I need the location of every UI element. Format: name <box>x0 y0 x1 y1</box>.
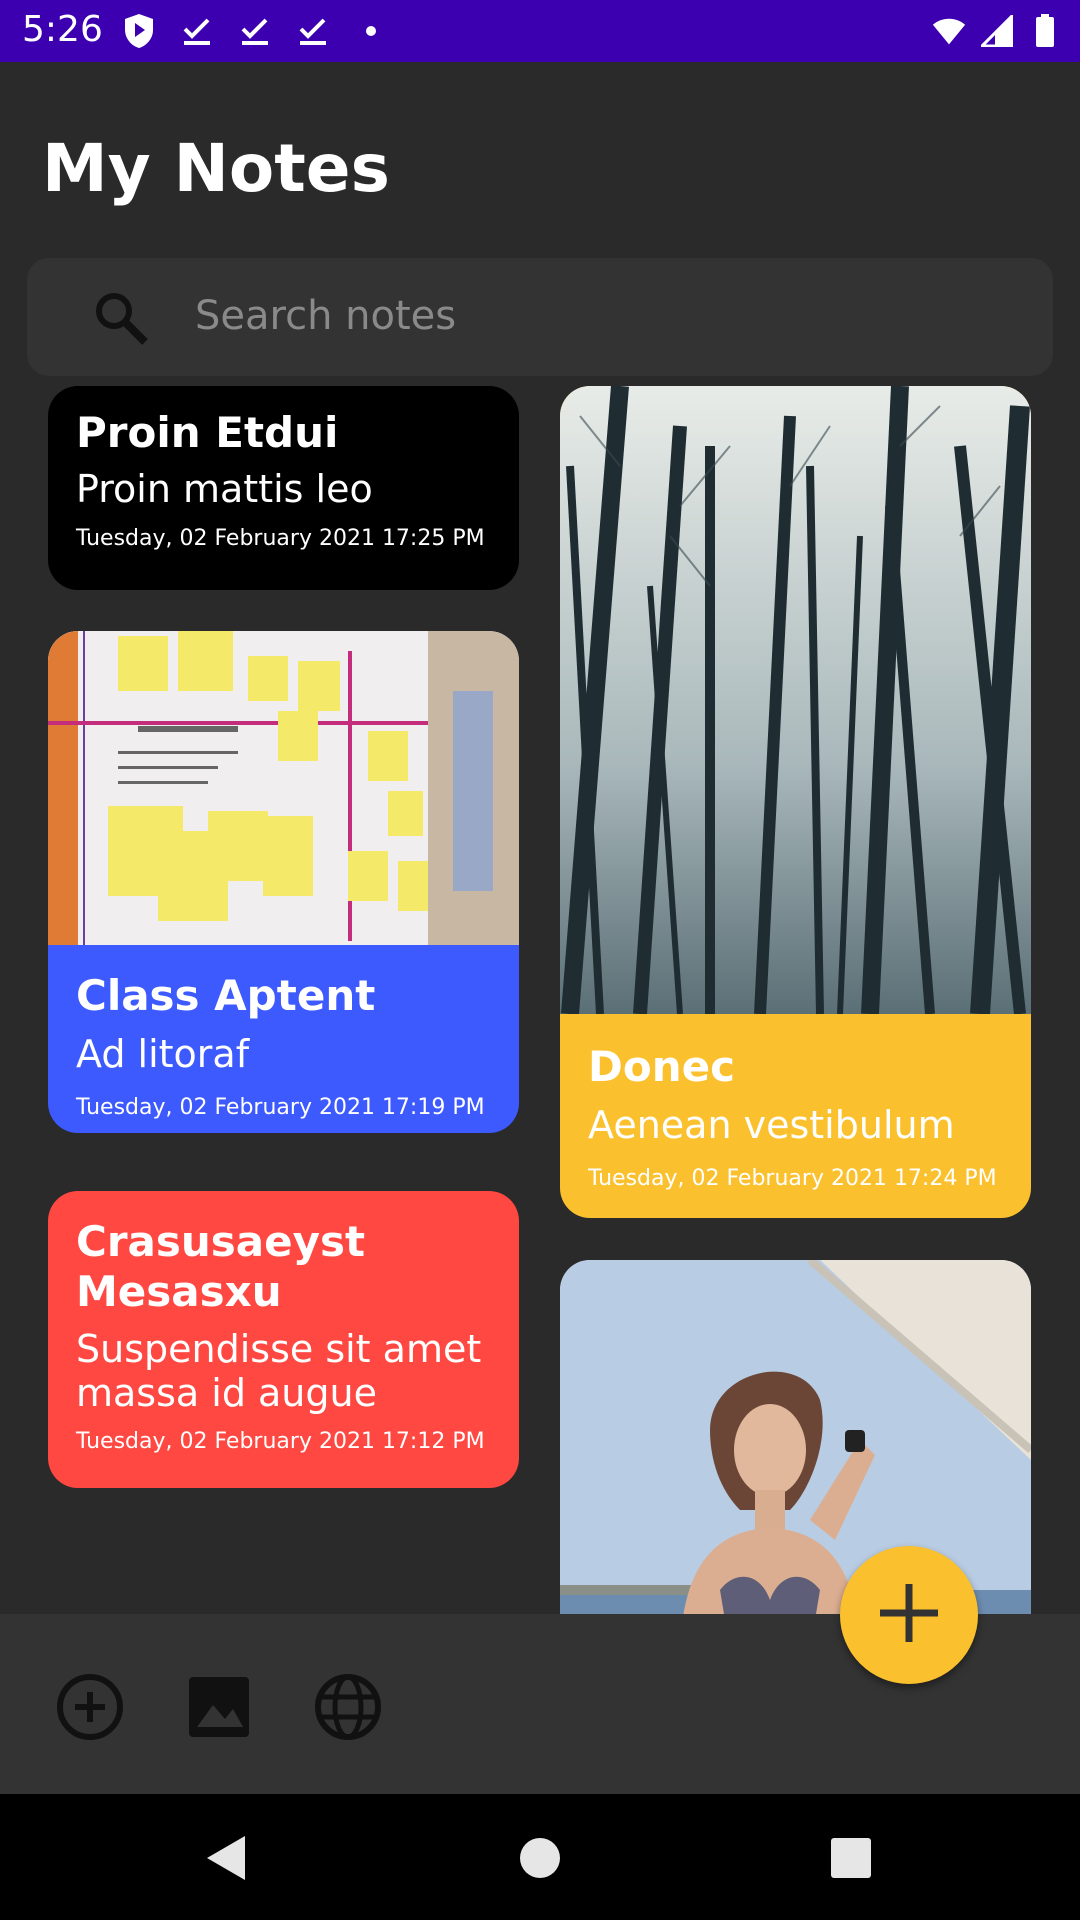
note-date: Tuesday, 02 February 2021 17:24 PM <box>588 1166 997 1191</box>
note-date: Tuesday, 02 February 2021 17:25 PM <box>76 526 485 551</box>
back-icon[interactable] <box>195 1826 259 1890</box>
note-date: Tuesday, 02 February 2021 17:19 PM <box>76 1095 485 1120</box>
search-icon <box>93 290 149 346</box>
note-card[interactable]: Class Aptent Ad litoraf Tuesday, 02 Febr… <box>48 631 519 1133</box>
note-image <box>560 1260 1031 1615</box>
page-title: My Notes <box>42 130 390 207</box>
search-bar[interactable] <box>27 258 1053 376</box>
battery-icon <box>1028 12 1062 50</box>
notes-grid[interactable]: Proin Etdui Proin mattis leo Tuesday, 02… <box>0 385 1080 1615</box>
note-image <box>48 631 519 945</box>
recents-icon[interactable] <box>819 1826 883 1890</box>
home-icon[interactable] <box>508 1826 572 1890</box>
note-image <box>560 386 1031 1015</box>
status-bar: 5:26 <box>0 0 1080 62</box>
system-icons <box>932 12 1062 50</box>
plus-icon <box>876 1580 942 1650</box>
check-icon <box>296 12 330 50</box>
shield-icon <box>122 12 156 50</box>
note-subtitle: Proin mattis leo <box>76 467 373 511</box>
check-icon <box>180 12 214 50</box>
note-subtitle: Suspendisse sit amet massa id augue <box>76 1327 482 1415</box>
signal-icon <box>980 12 1014 50</box>
check-icon <box>238 12 272 50</box>
navigation-bar <box>0 1794 1080 1920</box>
note-subtitle: Ad litoraf <box>76 1032 250 1076</box>
dot-icon <box>354 12 388 50</box>
add-circle-icon[interactable] <box>52 1669 128 1745</box>
globe-icon[interactable] <box>310 1669 386 1745</box>
note-title: Proin Etdui <box>76 408 339 457</box>
note-card[interactable]: Proin Etdui Proin mattis leo Tuesday, 02… <box>48 386 519 590</box>
note-card[interactable] <box>560 1260 1031 1615</box>
note-card[interactable]: Donec Aenean vestibulum Tuesday, 02 Febr… <box>560 386 1031 1218</box>
note-title: Donec <box>588 1042 735 1091</box>
note-title: Crasusaeyst Mesasxu <box>76 1217 366 1316</box>
note-subtitle: Aenean vestibulum <box>588 1103 955 1147</box>
add-note-button[interactable] <box>840 1546 978 1684</box>
search-input[interactable] <box>195 286 995 346</box>
image-icon[interactable] <box>181 1669 257 1745</box>
notification-icons <box>122 12 388 50</box>
note-card[interactable]: Crasusaeyst Mesasxu Suspendisse sit amet… <box>48 1191 519 1488</box>
note-date: Tuesday, 02 February 2021 17:12 PM <box>76 1429 485 1454</box>
status-time: 5:26 <box>22 9 103 50</box>
note-title: Class Aptent <box>76 971 376 1020</box>
wifi-icon <box>932 12 966 50</box>
